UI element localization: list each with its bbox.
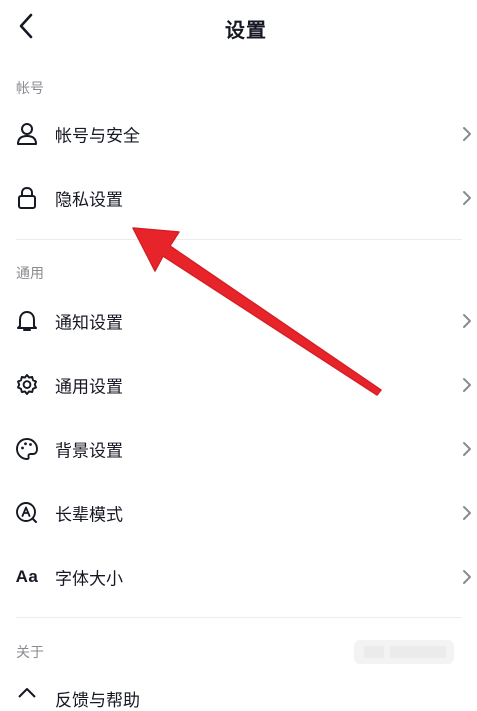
settings-item-elder-mode[interactable]: 长辈模式 — [0, 485, 477, 541]
settings-item-privacy[interactable]: 隐私设置 — [0, 170, 477, 226]
font-size-icon-text: Aa — [15, 567, 39, 586]
elder-mode-icon — [14, 500, 40, 526]
section-divider — [16, 617, 462, 618]
settings-item-background[interactable]: 背景设置 — [0, 421, 477, 477]
chevron-right-icon — [463, 570, 471, 584]
section-divider — [16, 239, 462, 240]
settings-item-label: 通用设置 — [55, 377, 123, 398]
settings-item-notifications[interactable]: 通知设置 — [0, 293, 477, 349]
settings-item-font-size[interactable]: Aa 字体大小 — [0, 549, 477, 605]
settings-item-general[interactable]: 通用设置 — [0, 357, 477, 413]
section-header-general: 通用 — [16, 266, 44, 282]
help-icon — [18, 688, 36, 698]
chevron-right-icon — [463, 314, 471, 328]
settings-item-label: 反馈与帮助 — [55, 691, 140, 711]
bell-icon — [14, 308, 40, 334]
chevron-right-icon — [463, 191, 471, 205]
palette-icon — [14, 436, 40, 462]
top-bar: 设置 — [0, 0, 477, 56]
settings-item-label: 通知设置 — [55, 313, 123, 334]
person-icon — [14, 121, 40, 147]
settings-item-account-security[interactable]: 帐号与安全 — [0, 106, 477, 162]
settings-item-label: 隐私设置 — [55, 190, 123, 211]
chevron-right-icon — [463, 127, 471, 141]
page-title: 设置 — [225, 18, 267, 42]
chevron-right-icon — [463, 506, 471, 520]
gear-icon — [14, 372, 40, 398]
settings-item-label: 帐号与安全 — [55, 126, 140, 147]
settings-item-label: 长辈模式 — [55, 505, 123, 526]
font-size-icon: Aa — [14, 564, 40, 590]
chevron-right-icon — [463, 378, 471, 392]
settings-item-feedback-help[interactable]: 反馈与帮助 — [0, 676, 477, 711]
settings-item-label: 背景设置 — [55, 441, 123, 462]
settings-item-label: 字体大小 — [55, 569, 123, 590]
section-header-about: 关于 — [16, 645, 44, 661]
chevron-right-icon — [463, 442, 471, 456]
watermark — [354, 640, 454, 664]
lock-icon — [14, 185, 40, 211]
section-header-account: 帐号 — [16, 81, 44, 97]
